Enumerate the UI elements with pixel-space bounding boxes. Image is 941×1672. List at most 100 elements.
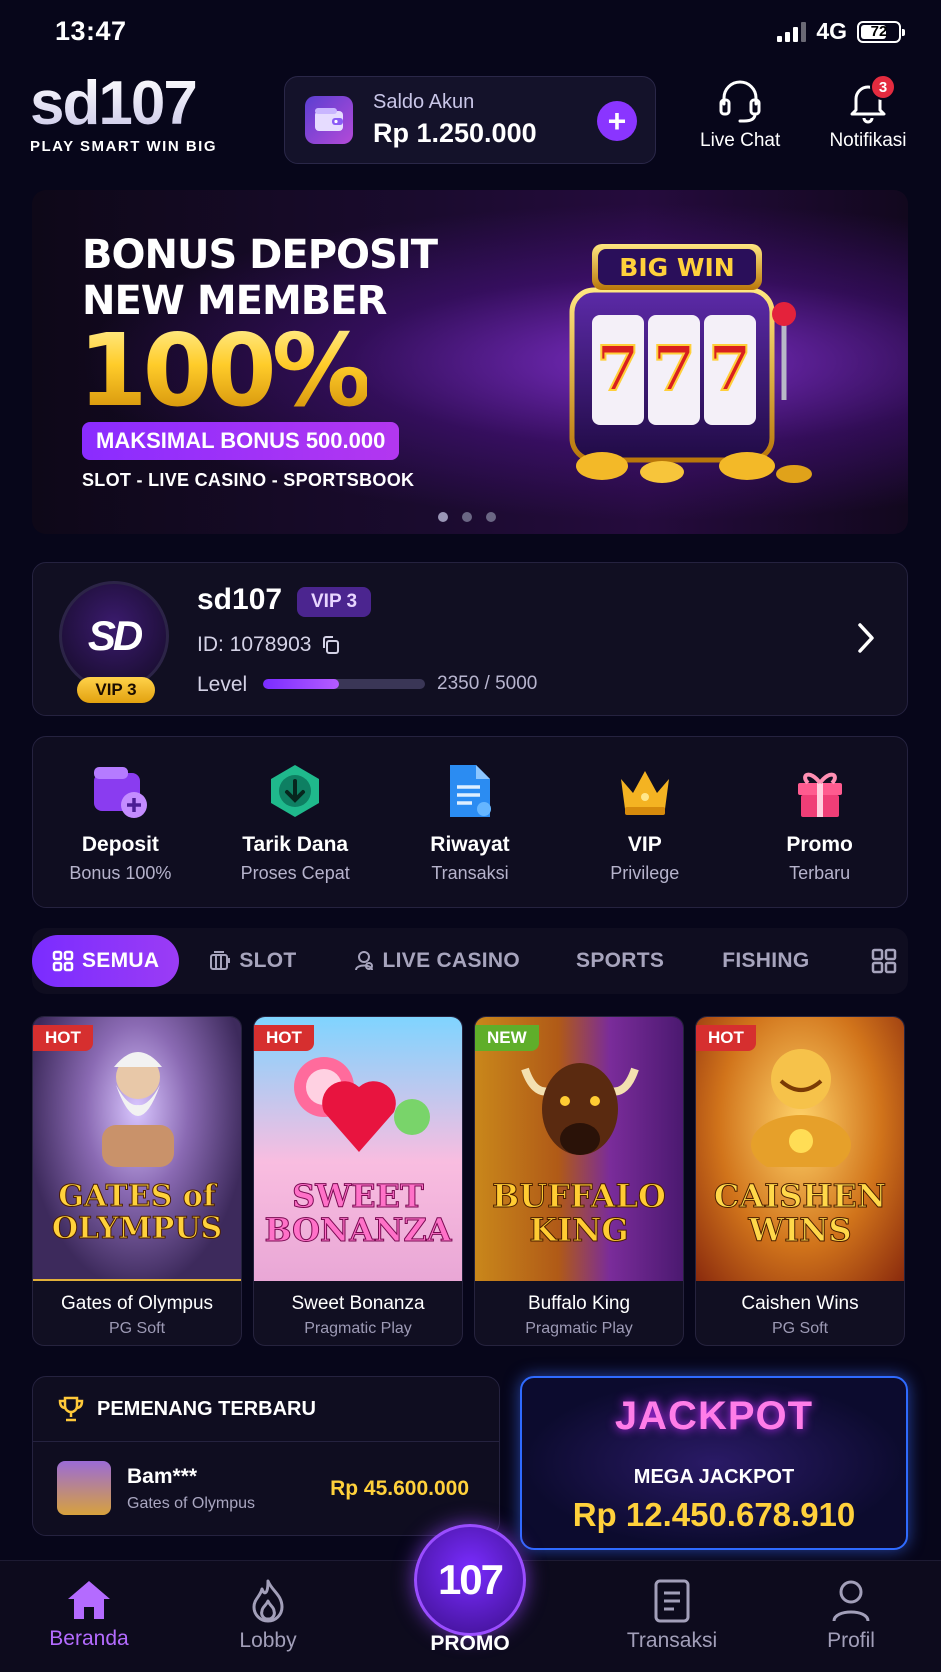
notification-count-badge: 3 xyxy=(870,74,896,100)
game-provider: PG Soft xyxy=(771,1320,829,1337)
divider xyxy=(33,1441,499,1442)
tab-live-casino-label: LIVE CASINO xyxy=(382,949,521,972)
slot-machine-illustration: 7 7 7 BIG WIN xyxy=(532,230,822,490)
quick-withdraw-label: Tarik Dana xyxy=(242,833,349,856)
network-type: 4G xyxy=(816,18,847,44)
winner-amount: Rp 45.600.000 xyxy=(330,1477,469,1500)
game-provider: PG Soft xyxy=(108,1320,166,1337)
reel-3: 7 xyxy=(708,332,751,405)
banner-max-bonus: MAKSIMAL BONUS 500.000 xyxy=(82,422,400,460)
avatar: SD xyxy=(59,581,169,691)
big-win-badge: BIG WIN xyxy=(619,253,734,282)
quick-history-label: Riwayat xyxy=(430,833,510,856)
game-provider: Pragmatic Play xyxy=(525,1320,633,1337)
tab-live-casino[interactable]: LIVE CASINO xyxy=(353,949,520,973)
game-card-gates-of-olympus[interactable]: GATES of OLYMPUS HOT Gates of Olympus PG… xyxy=(32,1016,242,1346)
game-card-caishen-wins[interactable]: CAISHEN WINS HOT Caishen Wins PG Soft xyxy=(695,1016,905,1346)
account-balance-card[interactable]: Saldo Akun Rp 1.250.000 + xyxy=(284,76,656,164)
promo-banner[interactable]: BONUS DEPOSIT NEW MEMBER 100% MAKSIMAL B… xyxy=(32,190,908,534)
nav-transactions-label: Transaksi xyxy=(626,1629,718,1652)
user-icon xyxy=(832,1580,870,1622)
tab-slot[interactable]: SLOT xyxy=(209,949,296,973)
quick-deposit-label: Deposit xyxy=(81,833,159,856)
battery-icon: 72 xyxy=(857,20,905,43)
live-chat-label: Live Chat xyxy=(700,130,781,151)
document-icon xyxy=(449,765,491,817)
nav-lobby[interactable]: Lobby xyxy=(198,1579,338,1653)
quick-vip-label: VIP xyxy=(627,833,662,856)
wallet-icon xyxy=(305,96,353,144)
banner-pagination[interactable] xyxy=(438,512,496,522)
zeus-figure-icon xyxy=(102,1052,174,1167)
game-card-sweet-bonanza[interactable]: SWEET BONANZA HOT Sweet Bonanza Pragmati… xyxy=(253,1016,463,1346)
copy-icon[interactable] xyxy=(321,635,341,655)
game-list: GATES of OLYMPUS HOT Gates of Olympus PG… xyxy=(32,1016,908,1346)
caishen-figure-icon xyxy=(751,1049,851,1167)
game-provider: Pragmatic Play xyxy=(304,1320,412,1337)
tab-more[interactable] xyxy=(871,948,897,974)
winner-username: Bam*** xyxy=(127,1465,198,1488)
notifications-button[interactable]: 3 Notifikasi xyxy=(826,74,910,152)
nav-transactions[interactable]: Transaksi xyxy=(602,1579,742,1653)
game-name: Sweet Bonanza xyxy=(291,1293,425,1314)
nav-home[interactable]: Beranda xyxy=(19,1579,159,1651)
nav-profile[interactable]: Profil xyxy=(781,1579,921,1653)
quick-promo-sub: Terbaru xyxy=(789,863,851,883)
tab-semua-label: SEMUA xyxy=(82,949,160,972)
logo-text: sd107 xyxy=(30,72,217,136)
banner-dot[interactable] xyxy=(462,512,472,522)
banner-line-1: BONUS DEPOSIT xyxy=(82,232,438,278)
status-time: 13:47 xyxy=(55,16,127,46)
game-badge: NEW xyxy=(475,1025,539,1051)
banner-dot[interactable] xyxy=(438,512,448,522)
promo-center-button[interactable]: 107 xyxy=(414,1524,526,1636)
quick-vip[interactable]: VIP Privilege xyxy=(557,737,732,907)
banner-dot[interactable] xyxy=(486,512,496,522)
nav-home-label: Beranda xyxy=(49,1627,129,1650)
game-name: Gates of Olympus xyxy=(60,1293,214,1314)
nav-promo-label: PROMO xyxy=(430,1632,510,1655)
username: sd107 xyxy=(197,583,283,616)
quick-withdraw[interactable]: Tarik Dana Proses Cepat xyxy=(208,737,383,907)
tab-fishing[interactable]: FISHING xyxy=(722,949,809,973)
signal-icon xyxy=(777,21,807,42)
jackpot-panel[interactable]: JACKPOT MEGA JACKPOT Rp 12.450.678.910 xyxy=(520,1376,908,1550)
game-art: SWEET BONANZA xyxy=(254,1017,462,1281)
game-name: Caishen Wins xyxy=(741,1293,859,1314)
banner-percent: 100% xyxy=(78,312,372,429)
quick-deposit[interactable]: Deposit Bonus 100% xyxy=(33,737,208,907)
jackpot-amount: Rp 12.450.678.910 xyxy=(572,1496,856,1533)
quick-history[interactable]: Riwayat Transaksi xyxy=(383,737,558,907)
game-art: GATES of OLYMPUS xyxy=(33,1017,241,1281)
jackpot-title: JACKPOT xyxy=(614,1394,814,1438)
tab-slot-label: SLOT xyxy=(239,949,297,972)
game-card-buffalo-king[interactable]: BUFFALO KING NEW Buffalo King Pragmatic … xyxy=(474,1016,684,1346)
quick-withdraw-sub: Proses Cepat xyxy=(240,863,350,883)
category-tabs: SEMUA SLOT LIVE CASINO SPORTS FISHING xyxy=(32,928,908,994)
home-icon xyxy=(68,1581,110,1619)
winners-title: PEMENANG TERBARU xyxy=(97,1397,316,1420)
game-art-title: CAISHEN WINS xyxy=(713,1177,887,1249)
withdraw-icon xyxy=(271,765,320,817)
brand-logo[interactable]: sd107 PLAY SMART WIN BIG xyxy=(30,72,217,156)
game-art-title: SWEET BONANZA xyxy=(264,1177,452,1249)
flame-icon xyxy=(252,1579,284,1623)
tab-semua[interactable]: SEMUA xyxy=(32,935,180,987)
candy-heart-icon xyxy=(294,1057,430,1152)
buffalo-icon xyxy=(521,1063,639,1155)
game-badge: HOT xyxy=(33,1025,93,1051)
live-chat-button[interactable]: Live Chat xyxy=(700,78,780,152)
winner-game-thumbnail xyxy=(57,1461,111,1515)
game-art: BUFFALO KING xyxy=(475,1017,683,1281)
gift-icon xyxy=(797,772,842,817)
grid-menu-icon xyxy=(872,948,897,974)
add-balance-button[interactable]: + xyxy=(597,101,637,141)
quick-menu: Deposit Bonus 100% Tarik Dana Proses Cep… xyxy=(32,736,908,908)
balance-label: Saldo Akun xyxy=(373,91,475,113)
user-profile-card[interactable]: SD VIP 3 sd107 VIP 3 ID: 1078903 Level 2… xyxy=(32,562,908,716)
tab-sports[interactable]: SPORTS xyxy=(576,949,664,973)
quick-promo[interactable]: Promo Terbaru xyxy=(732,737,907,907)
chevron-right-icon[interactable] xyxy=(855,621,877,655)
reel-1: 7 xyxy=(596,332,639,405)
tab-sports-label: SPORTS xyxy=(576,949,665,972)
